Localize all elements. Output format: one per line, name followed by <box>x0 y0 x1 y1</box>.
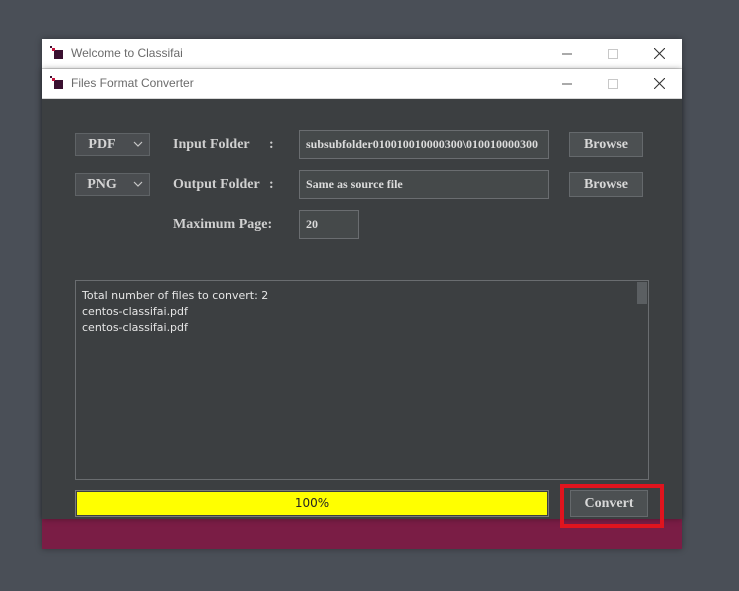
welcome-window-title: Welcome to Classifai <box>71 46 183 60</box>
maximize-icon <box>608 78 618 89</box>
input-folder-field[interactable]: 010010000300\subsubfolder010010010000300 <box>299 130 549 159</box>
maximize-button[interactable] <box>590 69 636 98</box>
browse-output-button[interactable]: Browse <box>569 172 643 197</box>
minimize-button[interactable] <box>544 69 590 98</box>
converter-window-title: Files Format Converter <box>71 76 194 90</box>
minimize-icon <box>562 53 572 54</box>
close-button[interactable] <box>636 69 682 98</box>
max-page-field[interactable]: 20 <box>299 210 359 239</box>
maximize-button[interactable] <box>590 39 636 68</box>
close-button[interactable] <box>636 39 682 68</box>
close-icon <box>653 78 665 89</box>
convert-highlight-box <box>560 484 664 528</box>
log-line: Total number of files to convert: 2 <box>82 289 269 302</box>
input-folder-label: Input Folder <box>173 137 250 152</box>
input-folder-colon: : <box>269 137 274 152</box>
progress-text: 100% <box>294 496 330 510</box>
welcome-titlebar[interactable]: Welcome to Classifai <box>42 39 682 69</box>
input-format-value: PDF <box>88 137 116 152</box>
input-format-dropdown[interactable]: PDF <box>75 133 150 156</box>
close-icon <box>653 48 665 59</box>
log-line: centos-classifai.pdf <box>82 305 188 318</box>
converter-content: PDF Input Folder : 010010000300\subsubfo… <box>42 99 682 528</box>
chevron-down-icon <box>133 181 143 187</box>
input-folder-value: 010010000300\subsubfolder010010010000300 <box>306 137 539 151</box>
output-folder-label: Output Folder <box>173 177 260 192</box>
output-folder-field[interactable]: Same as source file <box>299 170 549 199</box>
output-format-dropdown[interactable]: PNG <box>75 173 150 196</box>
conversion-log[interactable]: Total number of files to convert: 2 cent… <box>75 280 649 480</box>
log-scrollbar-thumb[interactable] <box>637 282 647 304</box>
minimize-icon <box>562 83 572 84</box>
output-folder-colon: : <box>269 177 274 192</box>
log-line: centos-classifai.pdf <box>82 321 188 334</box>
maximize-icon <box>608 48 618 59</box>
max-page-label: Maximum Page: <box>173 217 273 232</box>
converter-window: Files Format Converter PDF Input Folder … <box>42 69 682 528</box>
log-scrollbar[interactable] <box>636 281 648 479</box>
converter-titlebar[interactable]: Files Format Converter <box>42 69 682 99</box>
app-icon <box>50 76 63 89</box>
output-format-value: PNG <box>87 177 117 192</box>
progress-bar: 100% <box>75 490 549 517</box>
browse-input-button[interactable]: Browse <box>569 132 643 157</box>
minimize-button[interactable] <box>544 39 590 68</box>
app-icon <box>50 46 63 59</box>
chevron-down-icon <box>133 141 143 147</box>
